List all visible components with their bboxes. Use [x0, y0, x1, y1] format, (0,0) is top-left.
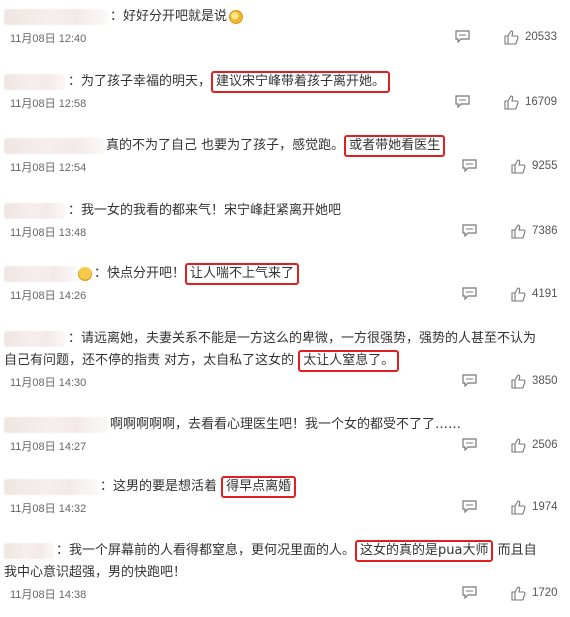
reply-icon[interactable] [455, 95, 470, 108]
timestamp: 11月08日 14:38 [10, 589, 87, 601]
thumbs-up-icon [511, 437, 526, 453]
like-button[interactable]: 7386 [511, 223, 558, 239]
comment-text: ：我一个屏幕前的人看得都窒息，更何况里面的人。 [56, 543, 356, 558]
blurred-username[interactable] [4, 330, 66, 347]
timestamp: 11月08日 12:54 [10, 162, 87, 174]
reply-icon[interactable] [462, 438, 477, 451]
reply-icon[interactable] [462, 159, 477, 172]
highlighted-text: 得早点离婚 [221, 476, 297, 498]
thumbs-up-icon [511, 373, 526, 389]
member-badge-icon [78, 266, 92, 281]
like-count: 4191 [532, 288, 558, 300]
comment-item: ：好好分开吧就是说 11月08日 12:40 20533 [0, 6, 570, 48]
like-button[interactable]: 16709 [504, 94, 557, 110]
highlighted-text: 建议宋宁峰带着孩子离开她。 [211, 71, 391, 93]
like-button[interactable]: 1720 [511, 585, 558, 601]
comment-text: ：好好分开吧就是说 [110, 9, 228, 24]
blurred-username[interactable] [4, 542, 54, 559]
timestamp: 11月08日 13:48 [10, 227, 87, 239]
comment-text: ：快点分开吧！ [94, 266, 186, 281]
timestamp: 11月08日 14:27 [10, 441, 87, 453]
blurred-username[interactable] [4, 265, 76, 282]
like-count: 1720 [532, 587, 558, 599]
comment-item: ：快点分开吧！ 让人喘不上气来了 11月08日 14:26 4191 [0, 263, 570, 305]
like-count: 20533 [525, 31, 557, 43]
comment-text: ：请远离她，夫妻关系不能是一方这么的卑微，一方很强势，强势的人甚至不认为自己有问… [4, 331, 537, 368]
laughing-emoji-icon [229, 9, 244, 24]
timestamp: 11月08日 12:58 [10, 98, 87, 110]
comment-item: ：为了孩子幸福的明天， 建议宋宁峰带着孩子离开她。 11月08日 12:58 16… [0, 71, 570, 113]
blurred-username[interactable] [4, 73, 66, 90]
timestamp: 11月08日 14:30 [10, 377, 87, 389]
highlighted-text: 这女的真的是pua大师 [355, 540, 494, 562]
like-count: 2506 [532, 439, 558, 451]
like-button[interactable]: 20533 [504, 29, 557, 45]
timestamp: 11月08日 12:40 [10, 33, 87, 45]
thumbs-up-icon [504, 29, 519, 45]
like-button[interactable]: 3850 [511, 373, 558, 389]
comment-text: ：为了孩子幸福的明天， [68, 74, 212, 89]
timestamp: 11月08日 14:32 [10, 503, 87, 515]
thumbs-up-icon [511, 223, 526, 239]
reply-icon[interactable] [462, 586, 477, 599]
blurred-username[interactable] [4, 8, 108, 25]
like-button[interactable]: 1974 [511, 499, 558, 515]
comment-item: 啊啊啊啊啊，去看看心理医生吧！我一个女的都受不了了…… 11月08日 14:27… [0, 414, 570, 456]
comment-text: ：我一女的我看的都来气！宋宁峰赶紧离开她吧 [68, 203, 342, 218]
comment-item: ：我一个屏幕前的人看得都窒息，更何况里面的人。 这女的真的是pua大师 而且自我中… [0, 540, 570, 604]
blurred-username[interactable] [4, 202, 66, 219]
blurred-username[interactable] [4, 137, 104, 154]
blurred-username[interactable] [4, 416, 108, 433]
comment-item: ：这男的要是想活着 得早点离婚 11月08日 14:32 1974 [0, 476, 570, 518]
like-button[interactable]: 2506 [511, 437, 558, 453]
like-button[interactable]: 4191 [511, 286, 558, 302]
like-count: 9255 [532, 160, 558, 172]
reply-icon[interactable] [462, 374, 477, 387]
like-count: 3850 [532, 375, 558, 387]
reply-icon[interactable] [455, 30, 470, 43]
comment-item: ：我一女的我看的都来气！宋宁峰赶紧离开她吧 11月08日 13:48 7386 [0, 200, 570, 242]
thumbs-up-icon [511, 286, 526, 302]
reply-icon[interactable] [462, 287, 477, 300]
comment-item: 真的不为了自己 也要为了孩子，感觉跑。 或者带她看医生 11月08日 12:54 … [0, 135, 570, 177]
highlighted-text: 或者带她看医生 [344, 135, 446, 157]
like-count: 1974 [532, 501, 558, 513]
like-button[interactable]: 9255 [511, 158, 558, 174]
blurred-username[interactable] [4, 478, 98, 495]
timestamp: 11月08日 14:26 [10, 290, 87, 302]
reply-icon[interactable] [462, 500, 477, 513]
thumbs-up-icon [504, 94, 519, 110]
comment-text: 啊啊啊啊啊，去看看心理医生吧！我一个女的都受不了了…… [110, 417, 462, 432]
reply-icon[interactable] [462, 224, 477, 237]
like-count: 7386 [532, 225, 558, 237]
highlighted-text: 太让人窒息了。 [298, 350, 400, 372]
thumbs-up-icon [511, 585, 526, 601]
comment-text: 真的不为了自己 也要为了孩子，感觉跑。 [106, 138, 345, 153]
highlighted-text: 让人喘不上气来了 [185, 263, 300, 285]
thumbs-up-icon [511, 499, 526, 515]
thumbs-up-icon [511, 158, 526, 174]
comment-item: ：请远离她，夫妻关系不能是一方这么的卑微，一方很强势，强势的人甚至不认为自己有问… [0, 328, 570, 392]
comment-text: ：这男的要是想活着 [100, 479, 218, 494]
like-count: 16709 [525, 96, 557, 108]
